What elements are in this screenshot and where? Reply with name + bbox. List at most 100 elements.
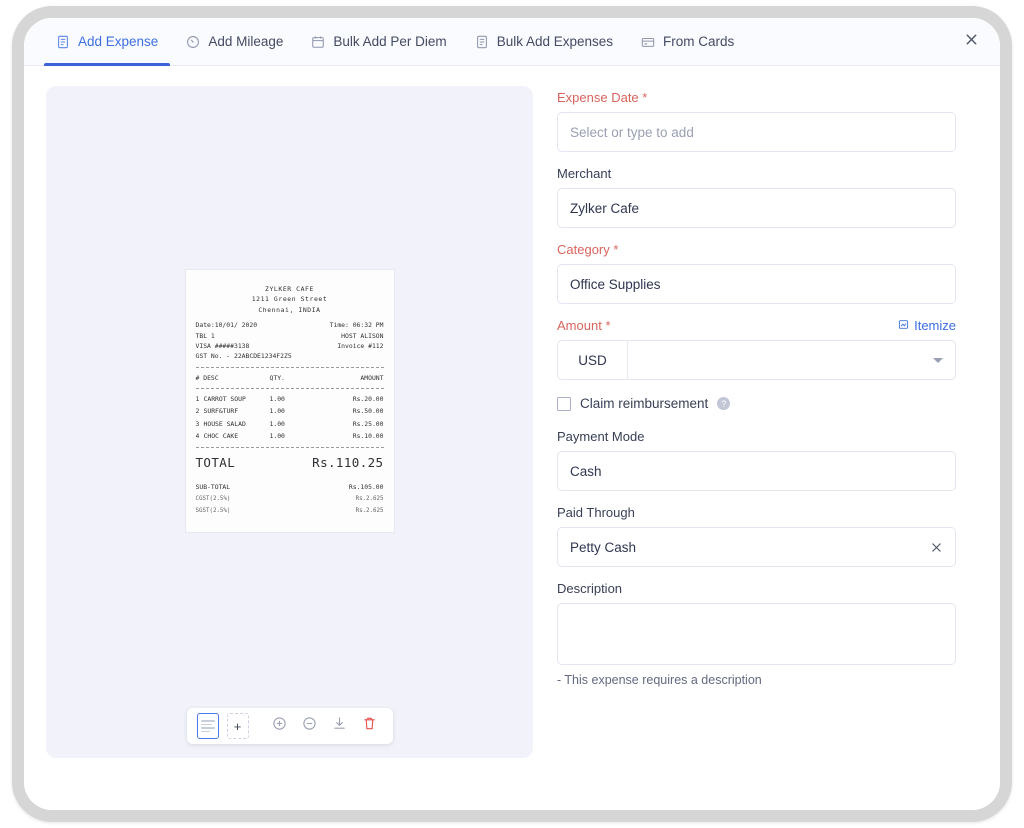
merchant-value: Zylker Cafe xyxy=(570,200,640,216)
payment-mode-value: Cash xyxy=(570,463,602,479)
receipt-invoice: Invoice #112 xyxy=(337,341,384,350)
receipt-divider xyxy=(195,446,384,448)
receipt-address-line1: 1211 Green Street xyxy=(251,295,328,304)
calendar-icon xyxy=(311,35,325,49)
field-category: Category * Office Supplies xyxy=(557,242,956,304)
tab-label: From Cards xyxy=(663,34,735,49)
tab-bulk-add-expenses[interactable]: Bulk Add Expenses xyxy=(461,18,627,65)
expense-date-input[interactable]: Select or type to add xyxy=(557,112,956,152)
tab-add-expense[interactable]: Add Expense xyxy=(42,18,172,66)
receipt-cgst-value: Rs.2.625 xyxy=(355,496,384,503)
download-button[interactable] xyxy=(327,713,353,739)
receipt-host: HOST ALISON xyxy=(341,331,384,340)
receipt-viewer: ZYLKER CAFE 1211 Green Street Chennai, I… xyxy=(46,86,533,758)
receipt-address-line2: Chennai, INDIA xyxy=(258,305,321,314)
receipt-item: 2 SURF&TURF 1.00 Rs.50.00 xyxy=(195,407,384,416)
paid-through-input[interactable]: Petty Cash xyxy=(557,527,956,567)
help-icon[interactable]: ? xyxy=(717,397,731,410)
payment-mode-input[interactable]: Cash xyxy=(557,451,956,491)
payment-mode-label: Payment Mode xyxy=(557,429,645,444)
category-input[interactable]: Office Supplies xyxy=(557,264,956,304)
paid-through-value: Petty Cash xyxy=(570,539,637,555)
merchant-label: Merchant xyxy=(557,166,612,181)
field-merchant: Merchant Zylker Cafe xyxy=(557,166,956,228)
paid-through-label: Paid Through xyxy=(557,505,635,520)
amount-label: Amount * xyxy=(557,318,611,333)
receipt-card: VISA #####3138 xyxy=(195,341,250,350)
currency-value: USD xyxy=(578,352,607,368)
expense-form: Expense Date * Select or type to add Mer… xyxy=(557,86,978,810)
tab-from-cards[interactable]: From Cards xyxy=(627,18,748,65)
itemize-label: Itemize xyxy=(914,318,956,333)
amount-label-row: Amount * Itemize xyxy=(557,318,956,333)
receipt-subtotal-row: SUB-TOTAL Rs.105.00 xyxy=(196,482,384,492)
receipt-total-value: Rs.110.25 xyxy=(312,454,384,470)
claim-reimbursement-row: Claim reimbursement ? xyxy=(557,396,956,411)
dialog-content: ZYLKER CAFE 1211 Green Street Chennai, I… xyxy=(24,66,1000,810)
download-icon xyxy=(332,716,347,736)
close-icon xyxy=(964,32,979,52)
receipt-total-row: TOTAL Rs.110.25 xyxy=(196,453,384,473)
receipt-column-headers: # DESC QTY. AMOUNT xyxy=(195,373,384,382)
receipt-thumbnail[interactable] xyxy=(196,713,219,739)
itemize-link[interactable]: Itemize xyxy=(898,318,956,333)
receipt-time: Time: 06:32 PM xyxy=(329,321,384,330)
description-label: Description xyxy=(557,581,623,596)
receipt-cgst-row: CGST(2.5%) Rs.2.625 xyxy=(196,495,384,504)
close-button[interactable] xyxy=(956,27,986,57)
description-hint: - This expense requires a description xyxy=(557,673,762,687)
receipt-date: Date:10/01/ 2020 xyxy=(195,321,258,330)
credit-card-icon xyxy=(641,35,655,49)
tab-add-mileage[interactable]: Add Mileage xyxy=(172,18,297,65)
receipt-item: 1 CARROT SOUP 1.00 Rs.20.00 xyxy=(195,395,384,403)
device-bezel: Add Expense Add Mileage Bulk Add Per Die… xyxy=(12,6,1012,822)
tab-label: Bulk Add Expenses xyxy=(496,34,614,49)
receipt-merchant: ZYLKER CAFE xyxy=(265,285,314,293)
receipt-items: 1 CARROT SOUP 1.00 Rs.20.00 2 SURF&TURF … xyxy=(196,394,384,442)
amount-group: USD xyxy=(557,340,956,380)
field-expense-date: Expense Date * Select or type to add xyxy=(557,90,956,152)
itemize-icon xyxy=(898,318,909,333)
receipt-subtotal-value: Rs.105.00 xyxy=(348,482,384,491)
claim-reimbursement-label: Claim reimbursement xyxy=(580,396,709,411)
receipt-item: 3 HOUSE SALAD 1.00 Rs.25.00 xyxy=(195,419,384,428)
expense-date-label: Expense Date * xyxy=(557,90,648,105)
receipt-cgst-label: CGST(2.5%) xyxy=(195,496,231,503)
claim-reimbursement-checkbox[interactable] xyxy=(557,396,571,411)
receipt-sgst-value: Rs.2.625 xyxy=(355,507,384,514)
zoom-in-button[interactable] xyxy=(267,713,293,739)
receipt-stack-icon xyxy=(475,35,489,49)
tab-label: Add Expense xyxy=(78,34,159,49)
gauge-icon xyxy=(186,35,200,49)
receipt-table: TBL 1 xyxy=(195,331,215,340)
receipt-subtotal-label: SUB-TOTAL xyxy=(195,482,231,491)
description-textarea[interactable] xyxy=(557,603,956,665)
app-window: Add Expense Add Mileage Bulk Add Per Die… xyxy=(24,18,1000,810)
receipt-divider xyxy=(195,366,384,368)
add-page-button[interactable]: + xyxy=(226,713,249,739)
field-paid-through: Paid Through Petty Cash xyxy=(557,505,956,567)
plus-icon: + xyxy=(233,718,242,734)
receipt-sgst-row: SGST(2.5%) Rs.2.625 xyxy=(196,507,384,516)
expense-date-placeholder: Select or type to add xyxy=(570,124,694,140)
category-label: Category * xyxy=(557,242,619,257)
tab-label: Add Mileage xyxy=(208,34,284,49)
delete-icon xyxy=(362,716,377,736)
receipt-sgst-label: SGST(2.5%) xyxy=(195,507,231,514)
chevron-down-icon xyxy=(933,357,943,363)
delete-button[interactable] xyxy=(357,713,383,739)
clear-paid-through-button[interactable] xyxy=(930,541,943,554)
receipt-item: 4 CHOC CAKE 1.00 Rs.10.00 xyxy=(195,432,384,441)
currency-selector[interactable]: USD xyxy=(558,341,628,379)
receipt-divider xyxy=(195,388,384,389)
merchant-input[interactable]: Zylker Cafe xyxy=(557,188,956,228)
zoom-in-icon xyxy=(272,716,287,736)
receipt-image[interactable]: ZYLKER CAFE 1211 Green Street Chennai, I… xyxy=(185,270,394,532)
receipt-icon xyxy=(56,35,70,49)
image-toolbar: + xyxy=(186,708,393,744)
tab-bulk-add-per-diem[interactable]: Bulk Add Per Diem xyxy=(297,18,460,65)
tab-bar: Add Expense Add Mileage Bulk Add Per Die… xyxy=(24,18,1000,66)
zoom-out-button[interactable] xyxy=(297,713,323,739)
amount-input[interactable] xyxy=(628,341,955,379)
category-value: Office Supplies xyxy=(570,276,661,292)
